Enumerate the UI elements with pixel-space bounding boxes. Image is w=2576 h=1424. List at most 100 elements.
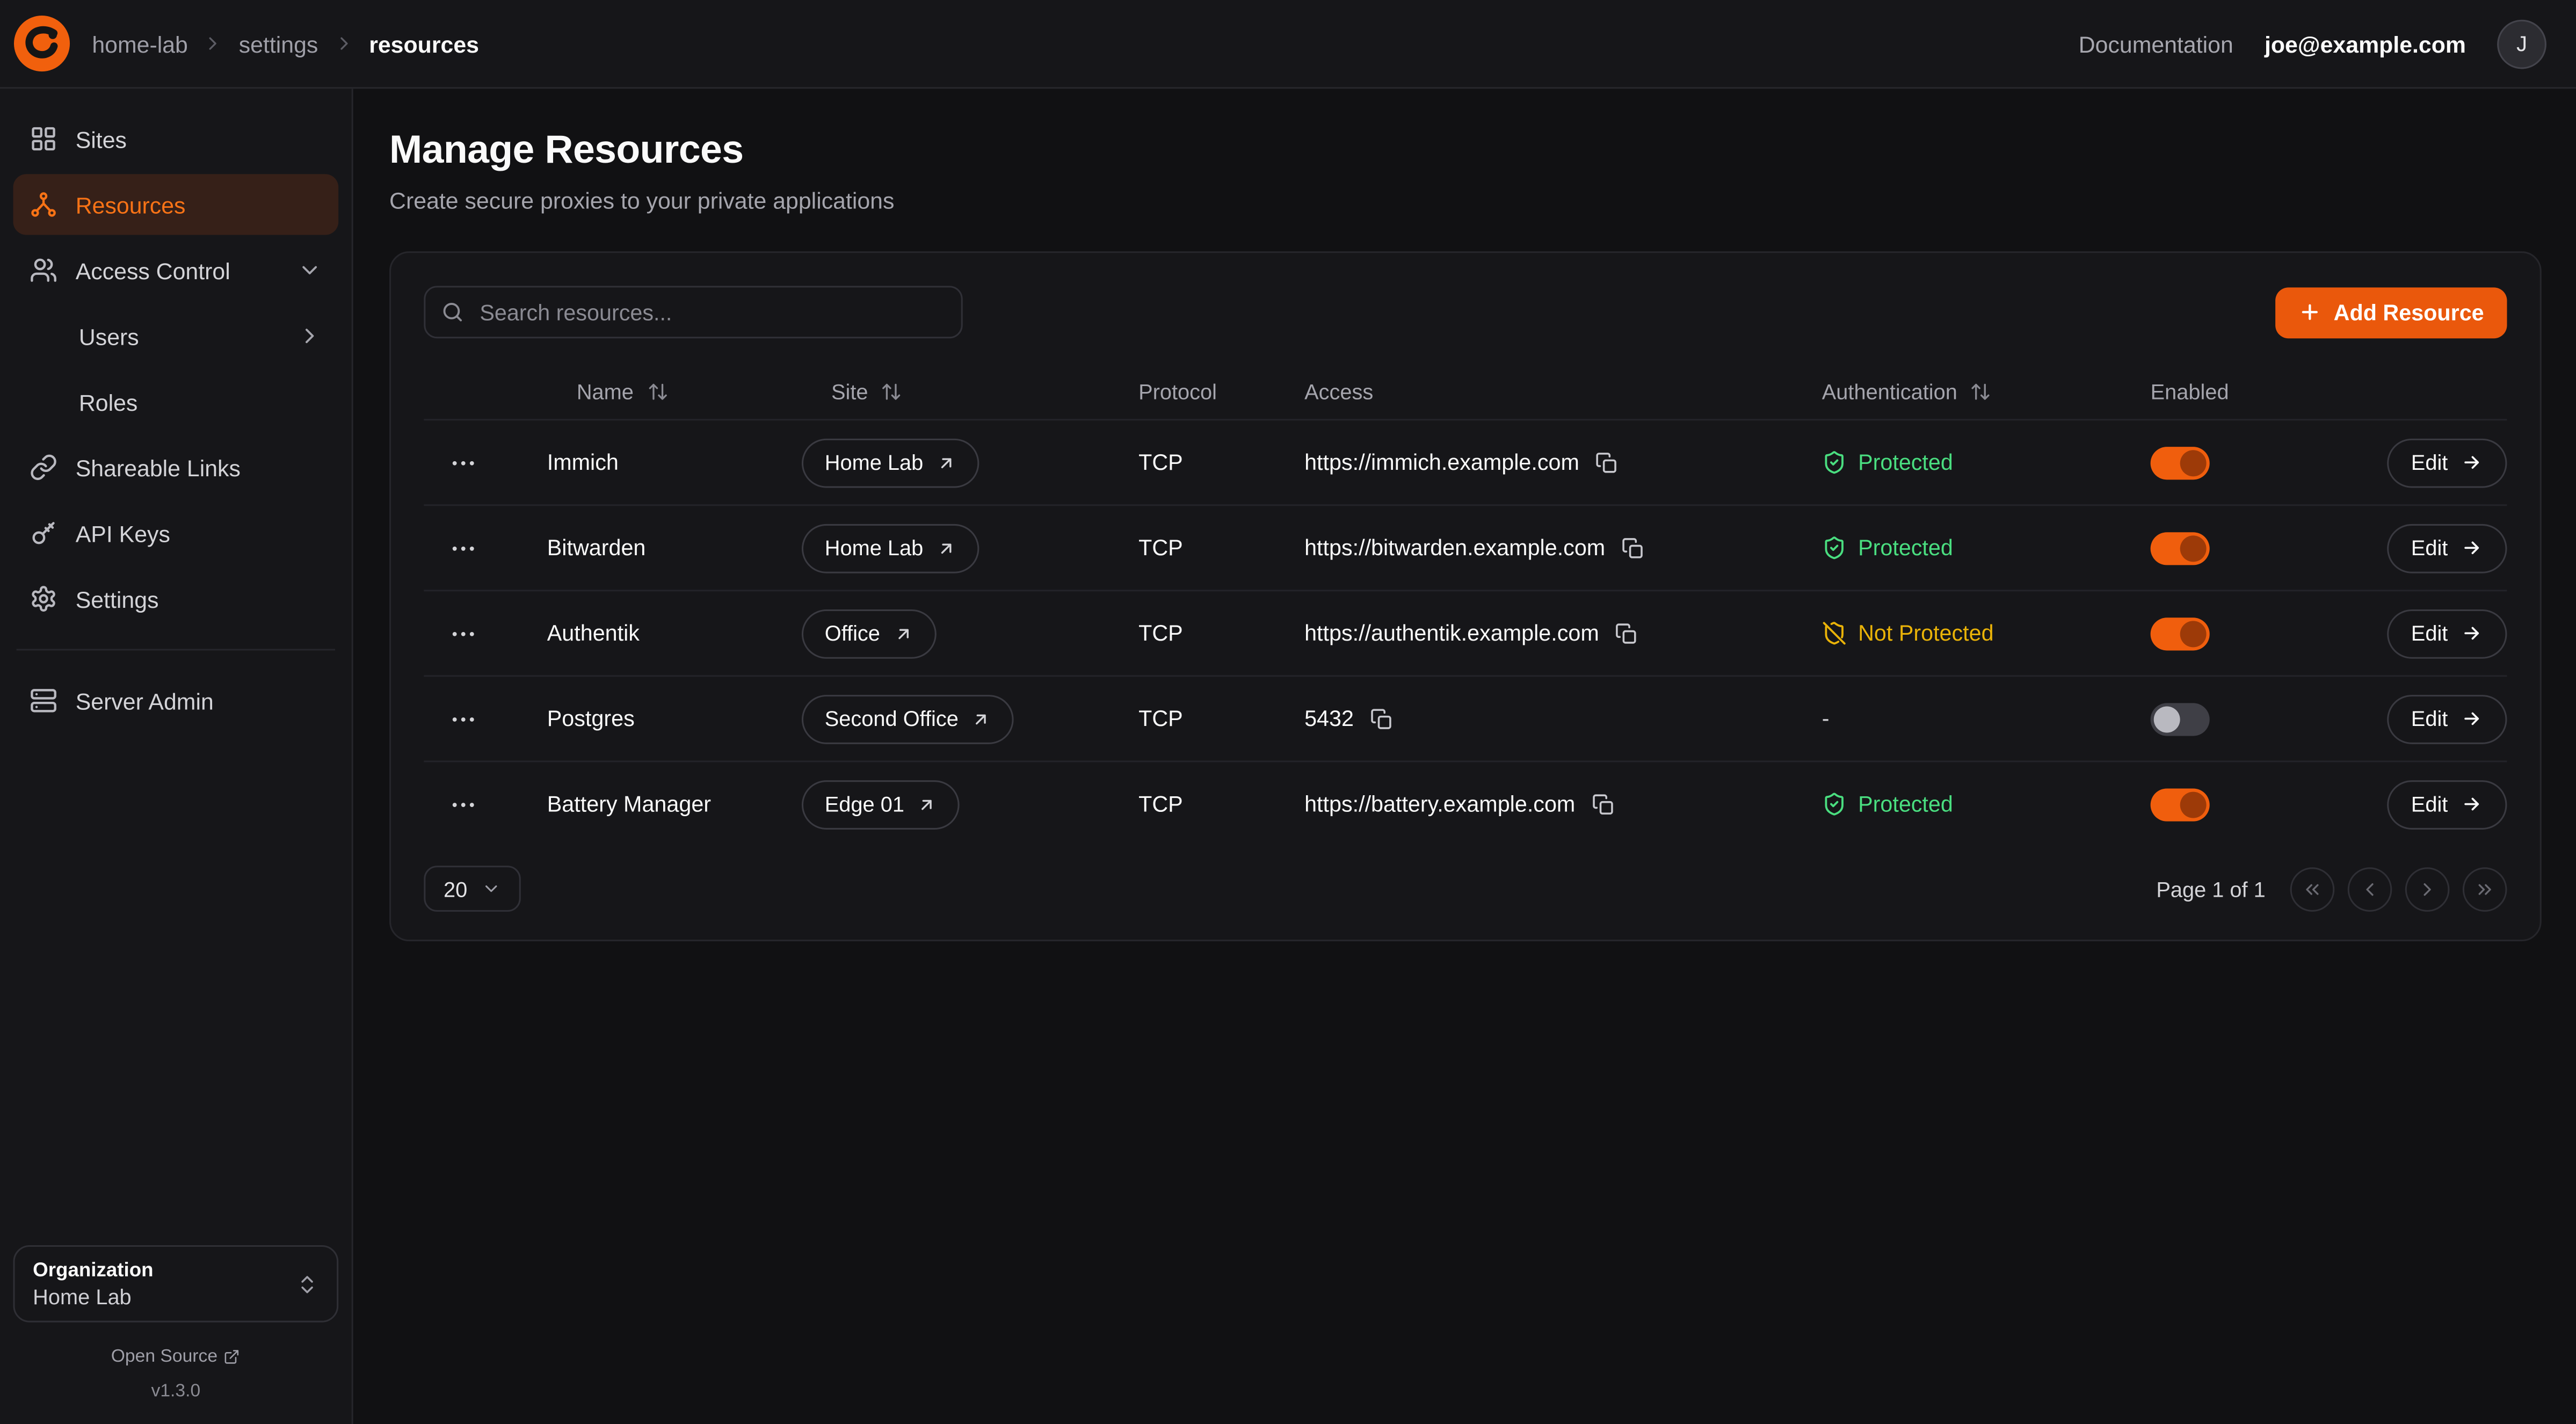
sidebar-item-sites[interactable]: Sites (13, 108, 338, 169)
resource-access: https://authentik.example.com (1304, 621, 1599, 645)
row-actions-button[interactable] (424, 619, 478, 648)
breadcrumb-item[interactable]: home-lab (92, 31, 188, 57)
edit-label: Edit (2411, 706, 2448, 731)
copy-icon (1370, 707, 1394, 730)
sidebar-item-settings[interactable]: Settings (13, 569, 338, 629)
sort-icon[interactable] (647, 380, 668, 402)
header-access: Access (1304, 379, 1822, 403)
prev-page-button[interactable] (2348, 867, 2392, 911)
site-name: Home Lab (825, 450, 924, 475)
sidebar-item-access-control[interactable]: Access Control (13, 240, 338, 301)
server-icon (30, 687, 57, 715)
enabled-toggle[interactable] (2151, 788, 2210, 820)
resource-name: Bitwarden (547, 535, 802, 560)
key-icon (30, 519, 57, 547)
sidebar-item-label: Server Admin (76, 687, 214, 714)
organization-selector[interactable]: Organization Home Lab (13, 1245, 338, 1323)
copy-button[interactable] (1596, 451, 1619, 474)
site-link[interactable]: Second Office (802, 694, 1014, 744)
copy-button[interactable] (1592, 793, 1615, 816)
edit-button[interactable]: Edit (2386, 780, 2507, 829)
site-name: Edge 01 (825, 792, 904, 817)
table-header: Name Site Protocol Access Authentication (424, 363, 2507, 419)
sidebar-item-api-keys[interactable]: API Keys (13, 503, 338, 563)
first-page-button[interactable] (2290, 867, 2335, 911)
edit-button[interactable]: Edit (2386, 694, 2507, 744)
add-resource-button[interactable]: Add Resource (2276, 287, 2507, 338)
external-link-icon (224, 1349, 241, 1365)
table-toolbar: Add Resource (424, 286, 2507, 338)
enabled-toggle[interactable] (2151, 532, 2210, 564)
ellipsis-icon (448, 704, 478, 733)
main-content: Manage Resources Create secure proxies t… (353, 89, 2576, 1424)
enabled-toggle[interactable] (2151, 702, 2210, 735)
breadcrumb-separator-icon (333, 33, 354, 54)
sort-icon[interactable] (881, 380, 903, 402)
page-info: Page 1 of 1 (2156, 876, 2265, 901)
copy-button[interactable] (1622, 536, 1645, 560)
link-icon (30, 453, 57, 481)
table-row: Bitwarden Home Lab TCP https://bitwarden… (424, 504, 2507, 590)
ellipsis-icon (448, 533, 478, 563)
sidebar-item-resources[interactable]: Resources (13, 174, 338, 235)
auth-cell: Not Protected (1822, 621, 2151, 645)
site-link[interactable]: Office (802, 608, 936, 658)
breadcrumb-separator-icon (202, 33, 224, 54)
enabled-toggle[interactable] (2151, 446, 2210, 479)
sidebar-item-users[interactable]: Users (13, 306, 338, 366)
table-footer: 20 Page 1 of 1 (424, 866, 2507, 912)
auth-label: Protected (1858, 535, 1953, 560)
ellipsis-icon (448, 619, 478, 648)
row-actions-button[interactable] (424, 448, 478, 477)
shield-check-icon (1822, 535, 1847, 560)
page-size-select[interactable]: 20 (424, 866, 521, 912)
site-link[interactable]: Home Lab (802, 523, 979, 572)
chevrons-up-down-icon (296, 1272, 319, 1295)
breadcrumb-item[interactable]: settings (239, 31, 318, 57)
copy-icon (1596, 451, 1619, 474)
breadcrumb-item-current[interactable]: resources (369, 31, 479, 57)
site-link[interactable]: Home Lab (802, 438, 979, 487)
resource-protocol: TCP (1138, 792, 1304, 817)
toggle-knob (2180, 791, 2207, 817)
users-icon (30, 256, 57, 284)
site-link[interactable]: Edge 01 (802, 780, 960, 829)
edit-button[interactable]: Edit (2386, 608, 2507, 658)
external-link-icon (937, 453, 956, 473)
sidebar-divider (17, 649, 336, 650)
sidebar-item-shareable-links[interactable]: Shareable Links (13, 437, 338, 498)
edit-button[interactable]: Edit (2386, 438, 2507, 487)
search-icon (440, 300, 465, 324)
sidebar-item-server-admin[interactable]: Server Admin (13, 670, 338, 731)
app-logo[interactable] (13, 15, 70, 72)
auth-cell: - (1822, 706, 2151, 731)
row-actions-button[interactable] (424, 789, 478, 819)
edit-button[interactable]: Edit (2386, 523, 2507, 572)
edit-label: Edit (2411, 621, 2448, 645)
site-name: Home Lab (825, 535, 924, 560)
auth-label: Protected (1858, 450, 1953, 475)
arrow-right-icon (2461, 794, 2483, 815)
search-input[interactable] (424, 286, 962, 338)
sidebar-item-roles[interactable]: Roles (13, 371, 338, 432)
sort-icon[interactable] (1970, 380, 1992, 402)
next-page-button[interactable] (2405, 867, 2450, 911)
row-actions-button[interactable] (424, 533, 478, 563)
last-page-button[interactable] (2463, 867, 2507, 911)
open-source-link[interactable]: Open Source (13, 1347, 338, 1367)
breadcrumb: home-lab settings resources (92, 31, 479, 57)
add-resource-label: Add Resource (2334, 300, 2484, 324)
pagination-controls (2290, 867, 2507, 911)
copy-button[interactable] (1370, 707, 1394, 730)
chevron-right-icon (2417, 878, 2438, 899)
avatar[interactable]: J (2497, 19, 2546, 68)
resource-access: https://bitwarden.example.com (1304, 535, 1605, 560)
enabled-toggle[interactable] (2151, 617, 2210, 650)
resource-protocol: TCP (1138, 621, 1304, 645)
auth-cell: Protected (1822, 535, 2151, 560)
sidebar-item-label: Roles (79, 389, 138, 415)
resource-protocol: TCP (1138, 535, 1304, 560)
row-actions-button[interactable] (424, 704, 478, 733)
documentation-link[interactable]: Documentation (2079, 31, 2233, 57)
copy-button[interactable] (1615, 622, 1638, 645)
